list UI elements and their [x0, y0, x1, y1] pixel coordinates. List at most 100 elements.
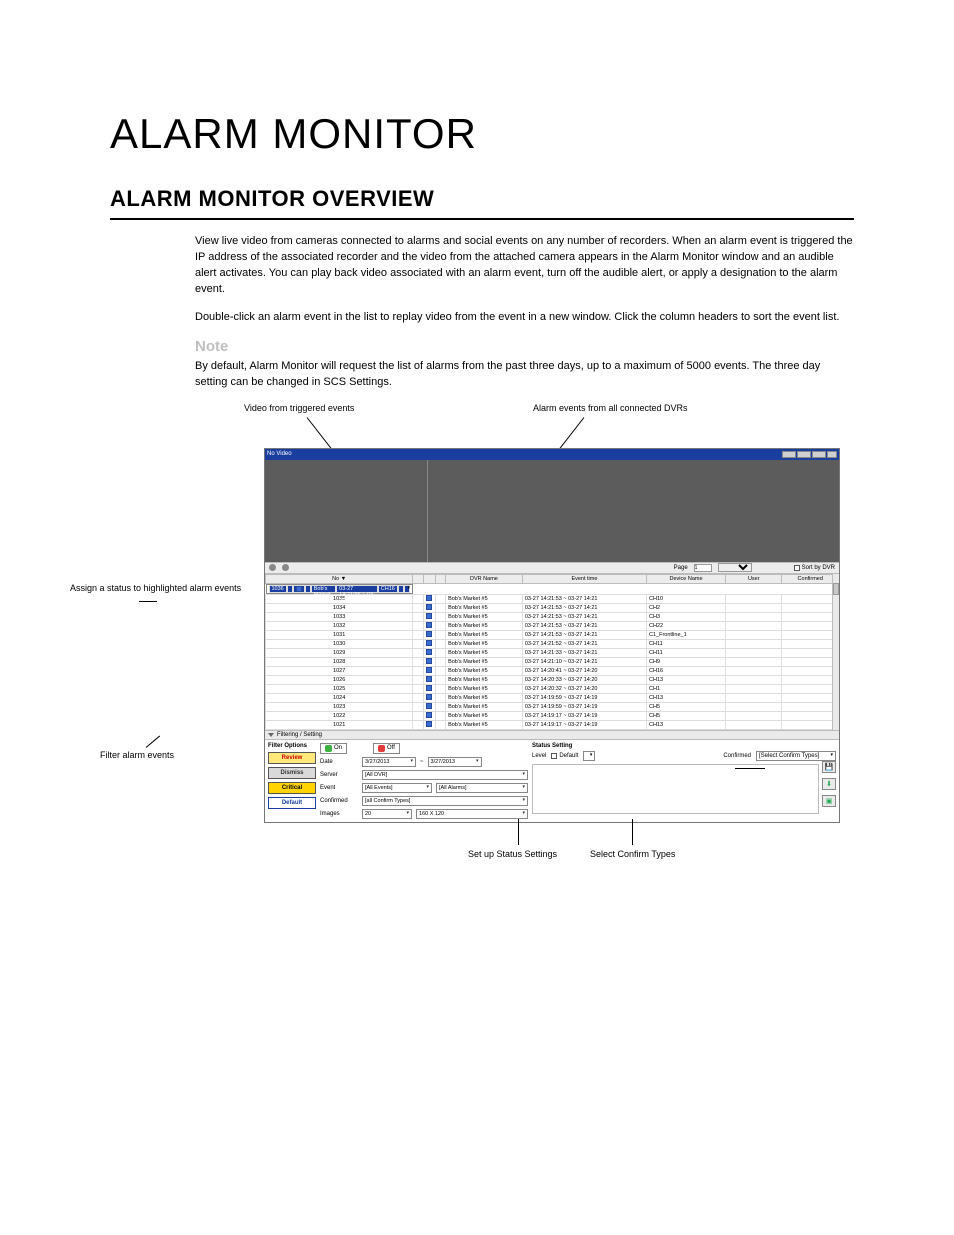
callout-events: Alarm events from all connected DVRs [533, 403, 688, 413]
filter-setting-header[interactable]: Filtering / Setting [265, 730, 839, 740]
images-size[interactable]: 160 X 120 [416, 809, 528, 819]
default-checkbox[interactable] [551, 753, 557, 759]
confirmed-select[interactable]: [all Confirm Types] [362, 796, 528, 806]
table-row[interactable]: 1023Bob's Market #503-27 14:19:59 ~ 03-2… [266, 702, 839, 711]
note-body: By default, Alarm Monitor will request t… [195, 359, 854, 391]
event-type-icon [426, 604, 432, 610]
status-text-area[interactable] [532, 764, 819, 814]
event-label: Event [320, 785, 358, 791]
toolbar: Page Sort by DVR [265, 562, 839, 574]
level-label: Level [532, 753, 546, 759]
page-input[interactable] [694, 564, 712, 572]
event-type-icon [426, 595, 432, 601]
event-type-icon [426, 622, 432, 628]
callout-confirm-types: Select Confirm Types [590, 849, 675, 859]
disk-icon[interactable]: ▣ [822, 795, 836, 807]
col-header[interactable] [435, 574, 445, 583]
event-select-2[interactable]: [All Alarms] [436, 783, 528, 793]
event-type-icon [426, 667, 432, 673]
table-row[interactable]: 1031Bob's Market #503-27 14:21:53 ~ 03-2… [266, 630, 839, 639]
filter-off-button[interactable]: Off [373, 743, 400, 754]
event-type-icon [426, 703, 432, 709]
event-type-icon [426, 631, 432, 637]
event-type-icon [426, 721, 432, 727]
event-type-icon [426, 613, 432, 619]
save-icon[interactable]: 💾 [822, 761, 836, 773]
server-select[interactable]: [All DVR] [362, 770, 528, 780]
collapse-icon [268, 733, 274, 737]
table-row[interactable]: 1028Bob's Market #503-27 14:21:10 ~ 03-2… [266, 657, 839, 666]
section-heading: ALARM MONITOR OVERVIEW [110, 186, 854, 220]
btn-b[interactable] [797, 451, 811, 458]
col-header[interactable]: Confirmed [782, 574, 839, 583]
filter-on-button[interactable]: On [320, 743, 347, 754]
confirmed-label: Confirmed [320, 798, 358, 804]
col-header[interactable]: DVR Name [446, 574, 523, 583]
video-pane-left [265, 460, 427, 562]
col-header[interactable]: No ▼ [266, 574, 413, 583]
confirmed-label-2: Confirmed [723, 753, 751, 759]
page-label: Page [674, 565, 688, 571]
btn-c[interactable] [812, 451, 826, 458]
scrollbar[interactable] [832, 574, 839, 730]
callout-video: Video from triggered events [244, 403, 354, 413]
table-row[interactable]: 1022Bob's Market #503-27 14:19:17 ~ 03-2… [266, 711, 839, 720]
images-count[interactable]: 20 [362, 809, 412, 819]
date-to[interactable]: 3/27/2013 [428, 757, 482, 767]
event-select-1[interactable]: [All Events] [362, 783, 432, 793]
table-row[interactable]: 1036Bob's Market #503-27 14:21:55 ~ 03-2… [266, 584, 413, 594]
sort-by-dvr-checkbox[interactable]: Sort by DVR [794, 565, 835, 571]
col-header[interactable]: Device Name [647, 574, 726, 583]
event-type-icon [426, 712, 432, 718]
col-header[interactable]: User [726, 574, 782, 583]
table-row[interactable]: 1032Bob's Market #503-27 14:21:53 ~ 03-2… [266, 621, 839, 630]
page-size-select[interactable] [718, 563, 752, 572]
record-dot-icon-2[interactable] [282, 564, 289, 571]
alarms-table[interactable]: No ▼ DVR NameEvent timeDevice NameUserCon… [265, 574, 839, 730]
window-controls[interactable] [782, 451, 837, 458]
level-select[interactable] [583, 751, 595, 761]
table-row[interactable]: 1024Bob's Market #503-27 14:19:59 ~ 03-2… [266, 693, 839, 702]
btn-a[interactable] [782, 451, 796, 458]
app-window: No Video Page Sort by DVR No ▼DVR Nam [264, 448, 840, 823]
table-row[interactable]: 1033Bob's Market #503-27 14:21:53 ~ 03-2… [266, 612, 839, 621]
table-row[interactable]: 1021Bob's Market #503-27 14:19:17 ~ 03-2… [266, 720, 839, 729]
server-label: Server [320, 772, 358, 778]
overview-para-1: View live video from cameras connected t… [195, 234, 854, 298]
no-video-label: No Video [267, 451, 292, 457]
dismiss-button[interactable]: Dismiss [268, 767, 316, 779]
video-pane-right [427, 460, 839, 562]
review-button[interactable]: Review [268, 752, 316, 764]
overview-para-2: Double-click an alarm event in the list … [195, 310, 854, 326]
table-row[interactable]: 1029Bob's Market #503-27 14:21:33 ~ 03-2… [266, 648, 839, 657]
event-type-icon [426, 685, 432, 691]
table-row[interactable]: 1025Bob's Market #503-27 14:20:32 ~ 03-2… [266, 684, 839, 693]
filter-options-label: Filter Options [268, 743, 316, 749]
date-label: Date [320, 759, 358, 765]
table-row[interactable]: 1027Bob's Market #503-27 14:20:41 ~ 03-2… [266, 666, 839, 675]
scroll-thumb[interactable] [833, 583, 839, 595]
event-type-icon [426, 640, 432, 646]
default-button[interactable]: Default [268, 797, 316, 809]
callout-status-setting: Set up Status Settings [468, 849, 557, 859]
event-type-icon [426, 694, 432, 700]
col-header[interactable]: Event time [522, 574, 646, 583]
event-type-icon [426, 676, 432, 682]
note-label: Note [195, 338, 854, 355]
critical-button[interactable]: Critical [268, 782, 316, 794]
table-row[interactable]: 1026Bob's Market #503-27 14:20:33 ~ 03-2… [266, 675, 839, 684]
apply-icon[interactable]: ⬇ [822, 778, 836, 790]
date-from[interactable]: 3/27/2013 [362, 757, 416, 767]
titlebar: No Video [265, 449, 839, 460]
page-title: ALARM MONITOR [110, 110, 854, 158]
images-label: Images [320, 811, 358, 817]
confirm-type-select[interactable]: [Select Confirm Types] [756, 751, 836, 761]
event-type-icon [426, 649, 432, 655]
col-header[interactable] [423, 574, 435, 583]
col-header[interactable] [413, 574, 423, 583]
table-row[interactable]: 1030Bob's Market #503-27 14:21:52 ~ 03-2… [266, 639, 839, 648]
maximize-icon[interactable] [827, 451, 837, 458]
status-setting-label: Status Setting [532, 743, 836, 749]
record-dot-icon[interactable] [269, 564, 276, 571]
table-row[interactable]: 1034Bob's Market #503-27 14:21:53 ~ 03-2… [266, 603, 839, 612]
